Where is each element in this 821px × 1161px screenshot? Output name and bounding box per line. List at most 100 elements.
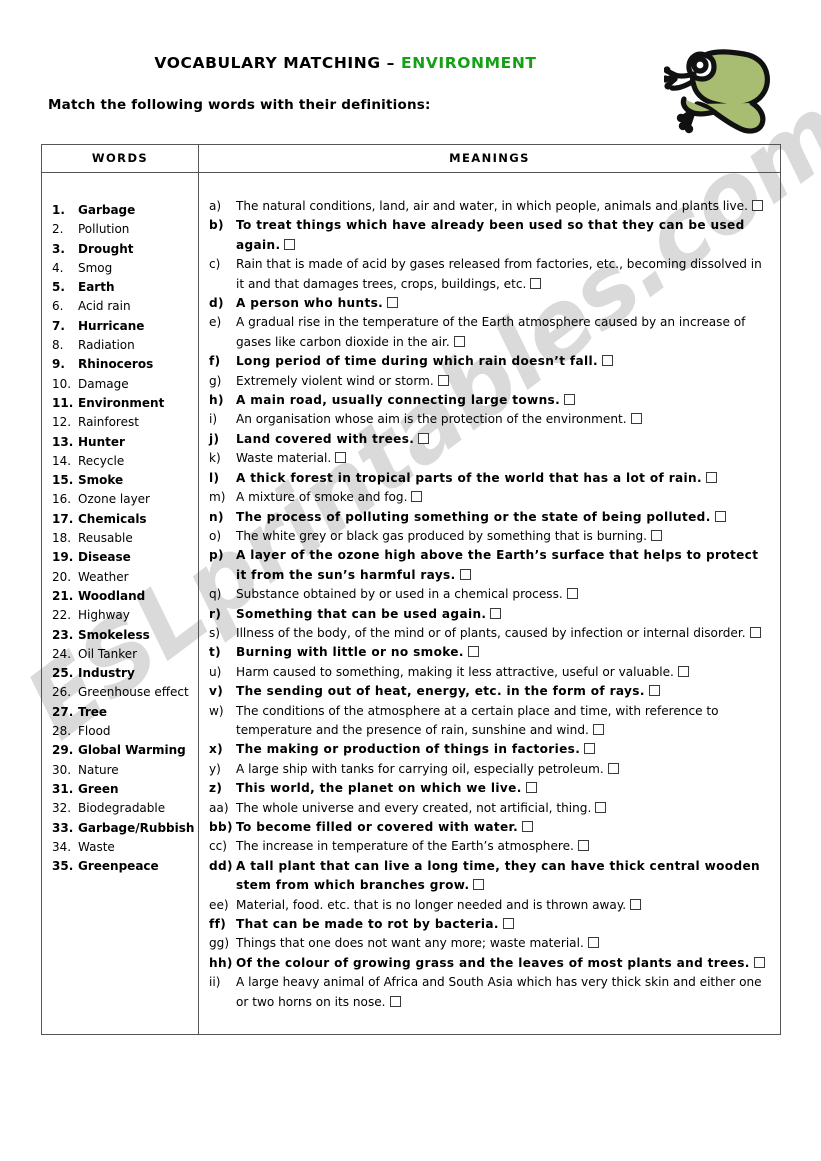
answer-checkbox[interactable]: [577, 840, 589, 852]
answer-checkbox[interactable]: [753, 956, 765, 968]
answer-checkbox[interactable]: [530, 277, 542, 289]
answer-checkbox[interactable]: [601, 355, 613, 367]
meaning-item: n) The process of polluting something or …: [209, 508, 770, 527]
word-number: 11.: [52, 395, 74, 410]
meaning-item: y) A large ship with tanks for carrying o…: [209, 760, 770, 779]
meaning-text: The process of polluting something or th…: [236, 509, 711, 524]
meaning-text-wrapper: Of the colour of growing grass and the l…: [236, 954, 770, 973]
word-number: 17.: [52, 511, 74, 526]
meaning-item: j) Land covered with trees.: [209, 430, 770, 449]
answer-checkbox[interactable]: [284, 238, 296, 250]
word-number: 21.: [52, 588, 74, 603]
answer-checkbox[interactable]: [714, 510, 726, 522]
answer-checkbox[interactable]: [677, 665, 689, 677]
meaning-text: This world, the planet on which we live.: [236, 781, 522, 796]
meaning-text: Waste material.: [236, 451, 332, 466]
word-label: Woodland: [78, 588, 146, 603]
meaning-item: g) Extremely violent wind or storm.: [209, 372, 770, 391]
meaning-label: hh): [209, 955, 233, 970]
answer-checkbox[interactable]: [749, 626, 761, 638]
word-label: Chemicals: [78, 511, 147, 526]
word-item: 1. Garbage: [42, 201, 198, 220]
answer-checkbox[interactable]: [648, 685, 660, 697]
answer-checkbox[interactable]: [630, 413, 642, 425]
answer-checkbox[interactable]: [473, 879, 485, 891]
meanings-list: a) The natural conditions, land, air and …: [209, 197, 770, 1012]
word-label: Green: [78, 781, 119, 796]
answer-checkbox[interactable]: [595, 801, 607, 813]
answer-checkbox[interactable]: [522, 821, 534, 832]
answer-checkbox[interactable]: [587, 937, 599, 949]
words-cell: 1. Garbage 2. Pollution 3. Drought 4. Smog 5. Ear…: [41, 171, 199, 1036]
answer-checkbox[interactable]: [592, 723, 604, 735]
word-number: 29.: [52, 743, 74, 758]
answer-checkbox[interactable]: [564, 394, 576, 406]
meaning-label: o): [209, 528, 222, 543]
meaning-text: Harm caused to something, making it less…: [236, 664, 674, 679]
answer-checkbox[interactable]: [418, 432, 430, 444]
word-number: 10.: [52, 376, 72, 391]
meaning-text-wrapper: Substance obtained by or used in a chemi…: [236, 585, 770, 604]
meaning-text-wrapper: This world, the planet on which we live.: [236, 779, 770, 798]
column-header-meanings: MEANINGS: [198, 144, 781, 173]
word-number: 28.: [52, 724, 72, 739]
meaning-text-wrapper: That can be made to rot by bacteria.: [236, 915, 770, 934]
answer-checkbox[interactable]: [467, 646, 479, 658]
word-item: 4. Smog: [42, 259, 198, 278]
answer-checkbox[interactable]: [335, 452, 347, 464]
word-item: 19. Disease: [42, 548, 198, 567]
word-number: 22.: [52, 608, 72, 623]
word-item: 2. Pollution: [42, 220, 198, 239]
meaning-label: ee): [209, 897, 229, 912]
word-number: 31.: [52, 781, 74, 796]
meaning-label: dd): [209, 858, 233, 873]
word-item: 6. Acid rain: [42, 297, 198, 316]
answer-checkbox[interactable]: [453, 335, 465, 347]
answer-checkbox[interactable]: [389, 995, 401, 1007]
word-number: 24.: [52, 646, 72, 661]
word-label: Smokeless: [78, 627, 150, 642]
meaning-text: The sending out of heat, energy, etc. in…: [236, 684, 645, 699]
word-number: 3.: [52, 241, 65, 256]
meaning-text-wrapper: The white grey or black gas produced by …: [236, 527, 770, 546]
meaning-label: aa): [209, 800, 229, 815]
answer-checkbox[interactable]: [607, 762, 619, 774]
answer-checkbox[interactable]: [525, 782, 537, 794]
meaning-label: gg): [209, 936, 230, 951]
word-item: 20. Weather: [42, 568, 198, 587]
answer-checkbox[interactable]: [459, 568, 471, 580]
word-number: 26.: [52, 685, 72, 700]
answer-checkbox[interactable]: [584, 743, 596, 755]
word-item: 22. Highway: [42, 606, 198, 625]
answer-checkbox[interactable]: [502, 918, 514, 930]
meaning-text: Of the colour of growing grass and the l…: [236, 955, 750, 970]
word-label: Waste: [78, 839, 115, 854]
answer-checkbox[interactable]: [566, 588, 578, 600]
meaning-item: i) An organisation whose aim is the prote…: [209, 410, 770, 429]
meaning-text: The natural conditions, land, air and wa…: [236, 199, 748, 213]
meaning-item: b) To treat things which have already bee…: [209, 216, 770, 255]
meaning-label: j): [209, 431, 220, 446]
meaning-text-wrapper: Waste material.: [236, 449, 770, 468]
meaning-label: ff): [209, 917, 227, 932]
meaning-text: Burning with little or no smoke.: [236, 645, 464, 660]
answer-checkbox[interactable]: [651, 529, 663, 541]
answer-checkbox[interactable]: [387, 297, 399, 309]
answer-checkbox[interactable]: [437, 374, 449, 386]
word-label: Rainforest: [78, 415, 139, 430]
worksheet-page: ESLprintables.com VOCABULARY MATCHING – …: [0, 0, 821, 1161]
answer-checkbox[interactable]: [490, 607, 502, 619]
word-number: 18.: [52, 531, 72, 546]
meaning-text-wrapper: A person who hunts.: [236, 294, 770, 313]
answer-checkbox[interactable]: [630, 898, 642, 910]
meaning-item: bb) To become filled or covered with wate…: [209, 818, 770, 837]
meaning-text-wrapper: The increase in temperature of the Earth…: [236, 837, 770, 856]
meaning-text: Land covered with trees.: [236, 431, 415, 446]
answer-checkbox[interactable]: [705, 471, 717, 483]
meaning-text-wrapper: The making or production of things in fa…: [236, 740, 770, 759]
answer-checkbox[interactable]: [751, 200, 763, 211]
word-item: 15. Smoke: [42, 471, 198, 490]
answer-checkbox[interactable]: [411, 491, 423, 503]
meaning-item: m) A mixture of smoke and fog.: [209, 488, 770, 507]
meaning-item: z) This world, the planet on which we liv…: [209, 779, 770, 798]
